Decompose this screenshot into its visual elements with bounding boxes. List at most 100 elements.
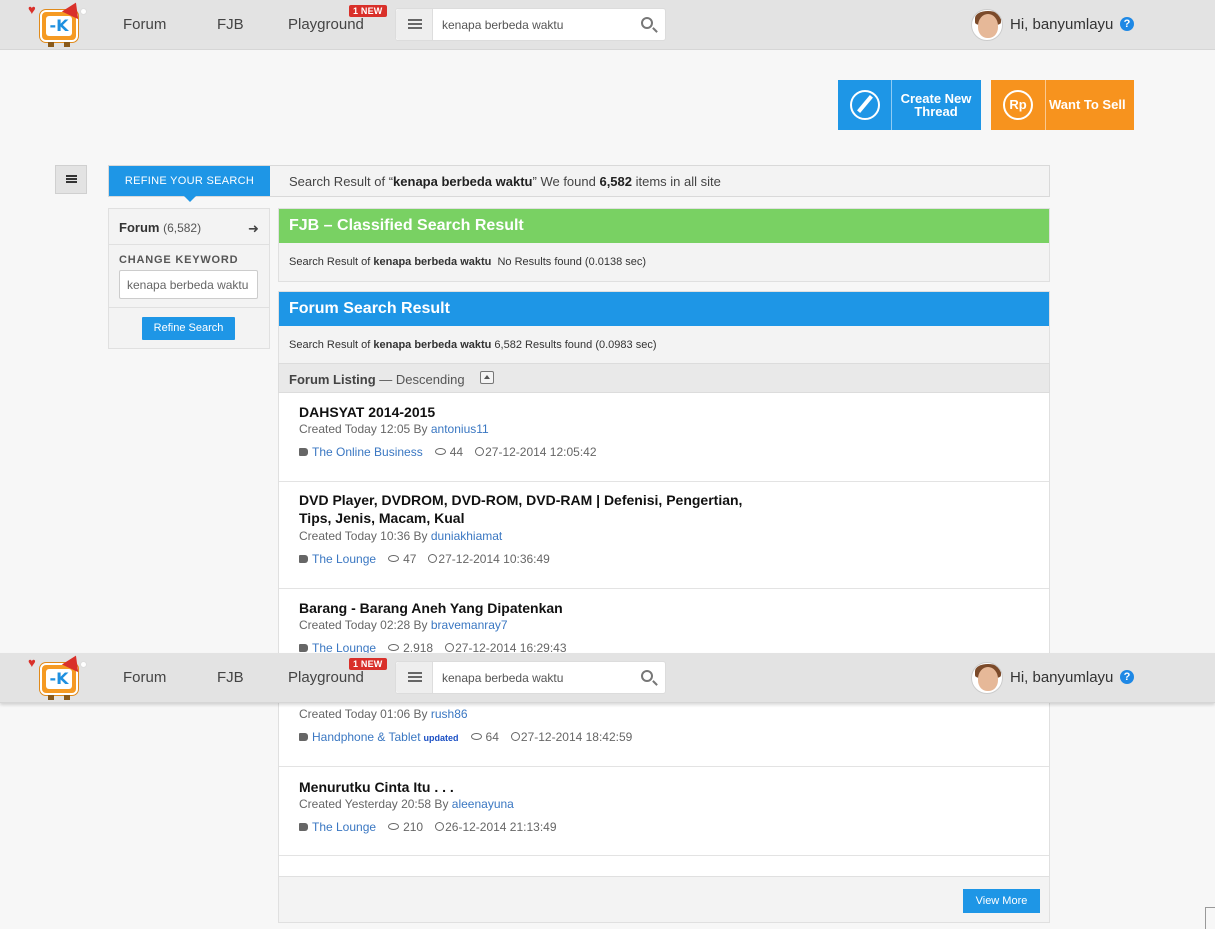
thread-title[interactable]: Menurutku Cinta Itu . . . (299, 778, 769, 796)
category-link[interactable]: The Lounge (312, 820, 376, 834)
author-link[interactable]: rush86 (431, 707, 468, 721)
search-menu-button[interactable] (396, 662, 433, 693)
heart-icon: ♥ (28, 2, 36, 17)
logo-feet (48, 695, 70, 700)
forum-summary-prefix: Search Result of (289, 339, 374, 351)
tag-icon (299, 447, 308, 456)
forum-result-title: Forum Search Result (279, 292, 1049, 326)
listing-order: — Descending (375, 372, 465, 387)
nav-fjb[interactable]: FJB (217, 16, 244, 33)
heart-icon: ♥ (28, 655, 36, 670)
eye-icon (470, 733, 482, 741)
last-post-date: 27-12-2014 18:42:59 (520, 730, 633, 744)
category-link[interactable]: The Lounge (312, 552, 376, 566)
view-count: 44 (449, 445, 464, 459)
thread-item[interactable]: DVD Player, DVDROM, DVD-ROM, DVD-RAM | D… (279, 482, 1049, 589)
thread-stats: The Lounge 47 27-12-2014 10:36:49 (299, 552, 550, 566)
forum-filter-name: Forum (119, 220, 160, 235)
view-count: 64 (485, 730, 499, 744)
new-badge: 1 NEW (349, 5, 387, 17)
thread-item[interactable]: Menurutku Cinta Itu . . . Created Yester… (279, 767, 1049, 856)
author-link[interactable]: antonius11 (431, 422, 489, 436)
thread-title[interactable]: DVD Player, DVDROM, DVD-ROM, DVD-RAM | D… (299, 491, 769, 527)
create-thread-label: Create New Thread (900, 91, 972, 119)
category-link[interactable]: The Online Business (312, 445, 423, 459)
k-letter-icon: -K (46, 16, 72, 36)
avatar[interactable] (971, 9, 1003, 41)
last-post-date: 27-12-2014 10:36:49 (438, 552, 550, 566)
sidebar-item-forum[interactable]: Forum (6,582) ➜ (109, 209, 269, 245)
nav-playground[interactable]: Playground (288, 669, 364, 686)
hat-pompom (80, 661, 87, 668)
thread-meta: Created Yesterday 20:58 By aleenayuna (299, 797, 514, 811)
eye-icon (434, 448, 446, 456)
thread-meta: Created Today 01:06 By rush86 (299, 707, 468, 721)
view-more-button[interactable]: View More (963, 889, 1040, 913)
sidebar-divider (109, 307, 269, 308)
sort-toggle-icon[interactable] (480, 371, 494, 384)
fjb-result-summary: Search Result of kenapa berbeda waktu No… (289, 256, 646, 268)
fjb-summary-keyword: kenapa berbeda waktu (373, 256, 492, 268)
top-navbar: ♥ -K Forum FJB Playground 1 NEW Hi, bany… (0, 0, 1215, 50)
refine-search-button[interactable]: Refine Search (142, 317, 235, 340)
thread-title[interactable]: Barang - Barang Aneh Yang Dipatenkan (299, 599, 769, 617)
created-text: Created Yesterday 20:58 By (299, 797, 452, 811)
tag-icon (299, 732, 308, 741)
thread-meta: Created Today 12:05 By antonius11 (299, 422, 489, 436)
author-link[interactable]: aleenayuna (452, 797, 514, 811)
search-input[interactable] (442, 15, 622, 35)
search-icon[interactable] (641, 17, 653, 29)
nav-forum[interactable]: Forum (123, 669, 166, 686)
refine-sidebar: Forum (6,582) ➜ CHANGE KEYWORD Refine Se… (108, 208, 270, 349)
refine-search-tab[interactable]: REFINE YOUR SEARCH (109, 166, 270, 202)
avatar[interactable] (971, 662, 1003, 694)
thread-stats: Handphone & Tablet updated 64 27-12-2014 18… (299, 730, 632, 744)
author-link[interactable]: duniakhiamat (431, 529, 502, 543)
forum-listing-header: Forum Listing — Descending (278, 363, 1050, 393)
clock-icon (445, 643, 455, 653)
kaskus-logo[interactable]: ♥ -K (28, 0, 92, 48)
fjb-summary-suffix: No Results found (0.0138 sec) (491, 256, 647, 268)
kaskus-logo[interactable]: ♥ -K (28, 651, 92, 701)
arrow-right-icon: ➜ (248, 221, 259, 236)
search-input[interactable] (442, 668, 622, 688)
rupiah-icon: Rp (991, 80, 1046, 130)
nav-playground[interactable]: Playground (288, 16, 364, 33)
author-link[interactable]: bravemanray7 (431, 618, 508, 632)
summary-prefix: Search Result of “ (289, 174, 394, 189)
user-greeting[interactable]: Hi, banyumlayu (1010, 669, 1113, 686)
avatar-face (978, 667, 998, 691)
thread-stats: The Online Business 44 27-12-2014 12:05:42 (299, 445, 597, 459)
category-link[interactable]: Handphone & Tablet (312, 730, 421, 744)
sidebar-toggle-button[interactable] (55, 165, 87, 194)
k-letter-icon: -K (46, 669, 72, 689)
want-to-sell-label: Want To Sell (1049, 97, 1126, 112)
rupiah-circle: Rp (1003, 90, 1033, 120)
help-icon[interactable]: ? (1120, 17, 1134, 31)
search-icon[interactable] (641, 670, 653, 682)
help-icon[interactable]: ? (1120, 670, 1134, 684)
clock-icon (435, 822, 445, 832)
scroll-corner (1205, 907, 1215, 929)
change-keyword-label: CHANGE KEYWORD (119, 254, 239, 266)
thread-item[interactable]: DAHSYAT 2014-2015 Created Today 12:05 By… (279, 392, 1049, 482)
want-to-sell-button[interactable]: Rp Want To Sell (991, 80, 1134, 130)
search-menu-button[interactable] (396, 9, 433, 40)
clock-icon (475, 447, 485, 457)
search-box (395, 8, 666, 41)
fjb-result-panel: FJB – Classified Search Result Search Re… (278, 208, 1050, 282)
hat-pompom (80, 8, 87, 15)
created-text: Created Today 01:06 By (299, 707, 431, 721)
thread-title[interactable]: DAHSYAT 2014-2015 (299, 403, 769, 421)
listing-sort-label: Forum Listing — Descending (289, 372, 465, 387)
create-thread-button[interactable]: Create New Thread (838, 80, 981, 130)
clock-icon (510, 732, 520, 742)
clock-icon (428, 554, 438, 564)
keyword-input[interactable] (119, 270, 258, 299)
updated-label: updated (423, 733, 459, 743)
forum-summary-suffix: 6,582 Results found (0.0983 sec) (491, 339, 657, 351)
created-text: Created Today 12:05 By (299, 422, 431, 436)
user-greeting[interactable]: Hi, banyumlayu (1010, 16, 1113, 33)
nav-fjb[interactable]: FJB (217, 669, 244, 686)
nav-forum[interactable]: Forum (123, 16, 166, 33)
